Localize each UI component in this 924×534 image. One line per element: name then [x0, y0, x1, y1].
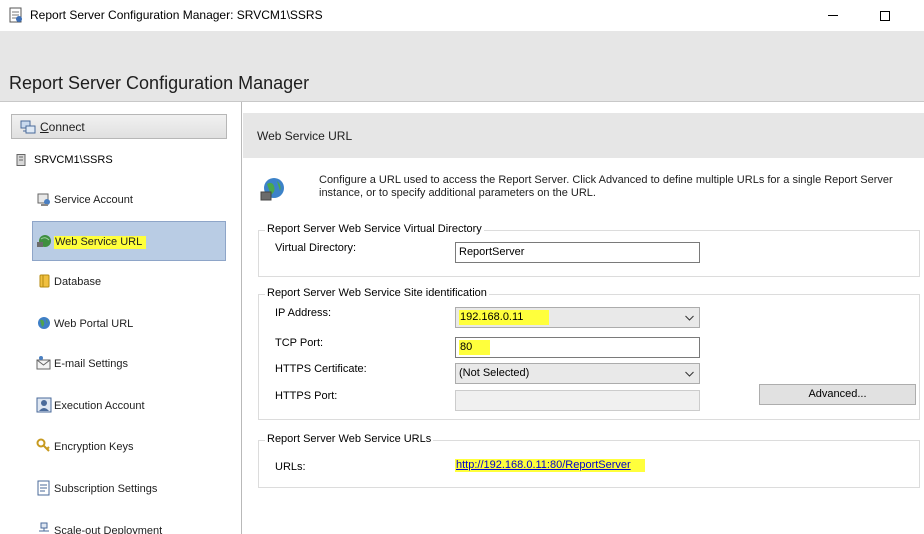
- sidebar-item-label: Database: [54, 276, 102, 288]
- sidebar-item-label: Execution Account: [54, 400, 145, 412]
- urls-label: URLs:: [275, 461, 306, 473]
- section-header: Web Service URL: [243, 113, 924, 158]
- sidebar-item-label: Web Portal URL: [54, 318, 134, 330]
- sidebar-item-label: Scale-out Deployment: [54, 525, 163, 534]
- globe-icon: [36, 315, 52, 331]
- sidebar-item-label: Web Service URL: [54, 236, 147, 249]
- sidebar-item-label: Service Account: [54, 194, 133, 206]
- chevron-down-icon: [685, 313, 694, 321]
- sidebar-item-email-settings[interactable]: E-mail Settings: [32, 344, 226, 384]
- advanced-button[interactable]: Advanced...: [759, 384, 916, 405]
- https-port-field[interactable]: [455, 390, 700, 411]
- subscription-icon: [36, 480, 52, 496]
- server-name: SRVCM1\SSRS: [34, 154, 113, 166]
- https-certificate-value: (Not Selected): [459, 367, 530, 379]
- chevron-down-icon: [685, 369, 694, 377]
- sidebar-item-label: Subscription Settings: [54, 483, 158, 495]
- virtual-directory-field[interactable]: ReportServer: [455, 242, 700, 263]
- https-certificate-label: HTTPS Certificate:: [275, 363, 367, 375]
- scale-out-icon: [36, 522, 52, 534]
- connect-label: Connect: [40, 120, 85, 134]
- connect-button[interactable]: Connect: [11, 114, 227, 139]
- ip-address-dropdown[interactable]: 192.168.0.11: [455, 307, 700, 328]
- tcp-port-label: TCP Port:: [275, 337, 324, 349]
- sidebar-item-label: Encryption Keys: [54, 441, 134, 453]
- virtual-directory-label: Virtual Directory:: [275, 242, 357, 254]
- sidebar: Connect SRVCM1\SSRS Service Account Web …: [0, 102, 242, 534]
- app-title: Report Server Configuration Manager: [9, 73, 310, 93]
- execution-account-icon: [36, 397, 52, 413]
- minimize-icon: [828, 15, 838, 16]
- keys-icon: [36, 438, 52, 454]
- sidebar-item-subscription-settings[interactable]: Subscription Settings: [32, 469, 226, 509]
- email-icon: [36, 355, 52, 371]
- connect-label-rest: onnect: [48, 120, 85, 134]
- main-panel: Web Service URL Configure a URL used to …: [243, 102, 924, 534]
- web-service-urls-group: Report Server Web Service URLs URLs: htt…: [258, 433, 920, 488]
- minimize-button[interactable]: [810, 0, 856, 31]
- web-service-icon: [36, 233, 52, 249]
- connect-icon: [20, 119, 36, 135]
- database-icon: [36, 273, 52, 289]
- sidebar-item-service-account[interactable]: Service Account: [32, 180, 226, 220]
- web-service-globe-icon: [259, 176, 285, 202]
- sidebar-item-web-service-url[interactable]: Web Service URL: [32, 221, 226, 261]
- maximize-icon: [880, 10, 890, 21]
- sidebar-item-execution-account[interactable]: Execution Account: [32, 386, 226, 426]
- section-title: Web Service URL: [257, 129, 353, 143]
- sidebar-item-database[interactable]: Database: [32, 262, 226, 302]
- sidebar-item-scale-out-deployment[interactable]: Scale-out Deployment: [32, 511, 226, 534]
- site-identification-group: Report Server Web Service Site identific…: [258, 287, 920, 420]
- ip-address-value: 192.168.0.11: [459, 310, 550, 325]
- section-description: Configure a URL used to access the Repor…: [319, 174, 893, 199]
- tcp-port-value: 80: [459, 340, 491, 355]
- tcp-port-field[interactable]: 80: [455, 337, 700, 358]
- sidebar-item-web-portal-url[interactable]: Web Portal URL: [32, 304, 226, 344]
- group-title: Report Server Web Service Site identific…: [265, 287, 489, 299]
- service-account-icon: [36, 191, 52, 207]
- sidebar-item-label: E-mail Settings: [54, 358, 128, 370]
- title-bar: Report Server Configuration Manager: SRV…: [0, 0, 924, 31]
- https-port-label: HTTPS Port:: [275, 390, 338, 402]
- ip-address-label: IP Address:: [275, 307, 332, 319]
- virtual-directory-group: Report Server Web Service Virtual Direct…: [258, 223, 920, 277]
- https-certificate-dropdown[interactable]: (Not Selected): [455, 363, 700, 384]
- report-server-url-link[interactable]: http://192.168.0.11:80/ReportServer: [455, 459, 645, 472]
- sidebar-item-encryption-keys[interactable]: Encryption Keys: [32, 427, 226, 467]
- header-banner: Report Server Configuration Manager: [0, 31, 924, 102]
- maximize-button[interactable]: [862, 0, 908, 31]
- window-title: Report Server Configuration Manager: SRV…: [30, 8, 323, 22]
- app-icon: [9, 7, 23, 23]
- server-icon: [16, 154, 26, 166]
- group-title: Report Server Web Service URLs: [265, 433, 434, 445]
- group-title: Report Server Web Service Virtual Direct…: [265, 223, 484, 235]
